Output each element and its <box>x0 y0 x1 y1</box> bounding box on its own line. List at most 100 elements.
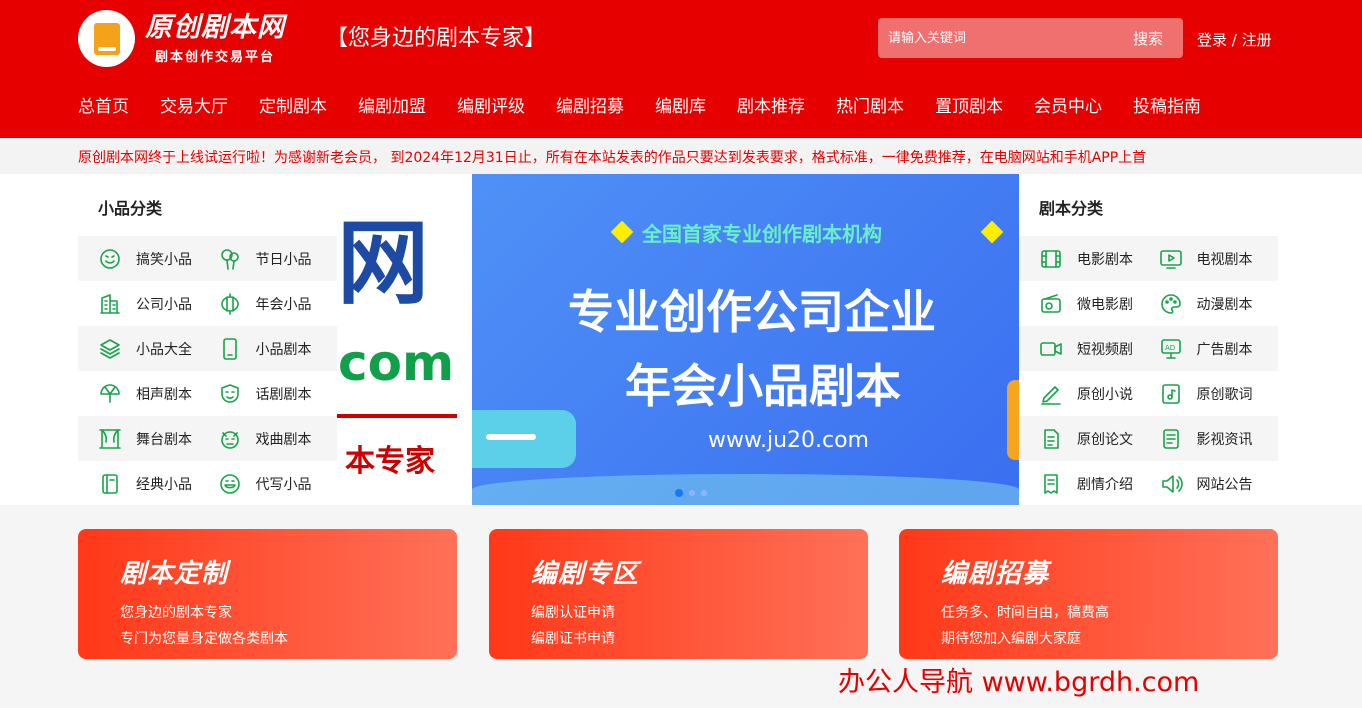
category-label: 戏曲剧本 <box>255 431 312 448</box>
carousel-dot[interactable] <box>689 490 695 496</box>
category-label: 影视资讯 <box>1196 431 1253 448</box>
category-link[interactable]: 原创论文 <box>1039 427 1159 451</box>
category-row: 原创小说 原创歌词 <box>1019 371 1278 416</box>
mask-icon <box>218 382 242 406</box>
card-writer-recruit[interactable]: 编剧招募 任务多、时间自由，稿费高 期待您加入编剧大家庭 <box>899 529 1278 659</box>
category-link[interactable]: 戏曲剧本 <box>218 427 338 451</box>
nav-item-trading-hall[interactable]: 交易大厅 <box>160 92 228 117</box>
card-title: 编剧专区 <box>531 559 640 589</box>
carousel-dot[interactable] <box>701 490 707 496</box>
category-link[interactable]: 舞台剧本 <box>98 427 218 451</box>
category-link[interactable]: 电视剧本 <box>1159 247 1279 271</box>
category-link[interactable]: 搞笑小品 <box>98 247 218 271</box>
panel-title: 剧本分类 <box>1039 199 1104 218</box>
category-label: 公司小品 <box>136 296 192 313</box>
grin-icon <box>218 472 242 496</box>
banner-url: www.ju20.com <box>708 428 869 453</box>
category-link[interactable]: 年会小品 <box>218 292 338 316</box>
logo-subtitle: 剧本创作交易平台 <box>154 49 275 65</box>
category-link[interactable]: 经典小品 <box>98 472 218 496</box>
category-link[interactable]: 短视频剧 <box>1039 337 1159 361</box>
site-header: 原创剧本网 剧本创作交易平台 【您身边的剧本专家】 搜索 登录 / 注册 总首页… <box>0 0 1362 138</box>
orange-shape-graphic <box>1007 380 1019 460</box>
category-label: 网站公告 <box>1196 476 1253 493</box>
category-link[interactable]: 电影剧本 <box>1039 247 1159 271</box>
stage-icon <box>98 427 122 451</box>
layers-icon <box>98 337 122 361</box>
login-link[interactable]: 登录 <box>1197 31 1227 49</box>
banner-left-bar <box>337 414 457 418</box>
ticker-text[interactable]: 原创剧本网终于上线试运行啦！为感谢新老会员， 到2024年12月31日止，所有在… <box>78 147 1282 167</box>
card-title: 剧本定制 <box>120 559 229 589</box>
auth-links: 登录 / 注册 <box>1197 29 1272 50</box>
palette-icon <box>1159 292 1183 316</box>
nav-item-custom-script[interactable]: 定制剧本 <box>259 92 327 117</box>
category-link[interactable]: 代写小品 <box>218 472 338 496</box>
category-label: 原创歌词 <box>1196 386 1253 403</box>
banner-left-com: .com <box>337 334 455 392</box>
nav-item-submission-guide[interactable]: 投稿指南 <box>1133 92 1201 117</box>
nav-item-pinned-scripts[interactable]: 置顶剧本 <box>935 92 1003 117</box>
category-link[interactable]: 原创小说 <box>1039 382 1159 406</box>
diamond-icon <box>980 220 1004 244</box>
nav-item-member-center[interactable]: 会员中心 <box>1034 92 1102 117</box>
nav-item-script-recommend[interactable]: 剧本推荐 <box>737 92 805 117</box>
script-category-panel: 剧本分类 电影剧本 电视剧本 微电影剧 动漫剧本 短视频剧 AD 广告剧本 原创小说 原创歌词原… <box>1019 174 1278 505</box>
category-row: 舞台剧本 戏曲剧本 <box>78 416 337 461</box>
balloon-icon <box>218 247 242 271</box>
carousel-dot[interactable] <box>675 489 683 497</box>
category-label: 电视剧本 <box>1196 251 1253 268</box>
site-logo[interactable]: 原创剧本网 剧本创作交易平台 <box>78 10 285 67</box>
category-row: 原创论文 影视资讯 <box>1019 416 1278 461</box>
category-label: 广告剧本 <box>1196 341 1253 358</box>
category-link[interactable]: 影视资讯 <box>1159 427 1279 451</box>
nav-item-home[interactable]: 总首页 <box>78 92 129 117</box>
category-link[interactable]: 小品大全 <box>98 337 218 361</box>
card-line: 编剧认证申请 <box>531 605 615 621</box>
category-link[interactable]: 原创歌词 <box>1159 382 1279 406</box>
pen-icon <box>1039 382 1063 406</box>
category-label: 节日小品 <box>255 251 312 268</box>
category-label: 小品大全 <box>136 341 192 358</box>
fan-icon <box>98 382 122 406</box>
watermark-text: 办公人导航 www.bgrdh.com <box>838 667 1200 698</box>
nav-item-writer-library[interactable]: 编剧库 <box>655 92 706 117</box>
category-label: 代写小品 <box>255 476 312 493</box>
category-label: 经典小品 <box>136 476 192 493</box>
category-link[interactable]: 相声剧本 <box>98 382 218 406</box>
category-link[interactable]: 动漫剧本 <box>1159 292 1279 316</box>
category-link[interactable]: 节日小品 <box>218 247 338 271</box>
video-icon <box>1039 337 1063 361</box>
carousel-banner[interactable]: 本网 .com 本专家 全国首家专业创作剧本机构 专业创作公司企业 年会小品剧本… <box>337 174 1019 505</box>
nav-item-hot-scripts[interactable]: 热门剧本 <box>836 92 904 117</box>
announcement-ticker: 原创剧本网终于上线试运行啦！为感谢新老会员， 到2024年12月31日止，所有在… <box>0 138 1362 174</box>
category-label: 短视频剧 <box>1077 341 1133 358</box>
category-link[interactable]: 小品剧本 <box>218 337 338 361</box>
banner-left-subtitle: 本专家 <box>345 444 435 479</box>
opera-icon <box>218 427 242 451</box>
category-link[interactable]: 微电影剧 <box>1039 292 1159 316</box>
lantern-icon <box>218 292 242 316</box>
auth-separator: / <box>1227 31 1242 49</box>
category-link[interactable]: AD 广告剧本 <box>1159 337 1279 361</box>
film-icon <box>1039 247 1063 271</box>
banner-subheadline: 年会小品剧本 <box>625 359 901 413</box>
banner-prev-slide: 本网 .com 本专家 <box>337 174 472 505</box>
search-input[interactable] <box>888 18 1108 58</box>
card-custom-script[interactable]: 剧本定制 您身边的剧本专家 专门为您量身定做各类剧本 <box>78 529 457 659</box>
category-link[interactable]: 话剧剧本 <box>218 382 338 406</box>
card-writer-zone[interactable]: 编剧专区 编剧认证申请 编剧证书申请 <box>489 529 868 659</box>
category-label: 原创小说 <box>1077 386 1133 403</box>
category-label: 动漫剧本 <box>1196 296 1253 313</box>
book-icon <box>98 472 122 496</box>
nav-item-writer-join[interactable]: 编剧加盟 <box>358 92 426 117</box>
nav-item-writer-recruit[interactable]: 编剧招募 <box>556 92 624 117</box>
search-button[interactable]: 搜索 <box>1113 18 1183 58</box>
doc-icon <box>1039 427 1063 451</box>
category-link[interactable]: 公司小品 <box>98 292 218 316</box>
nav-item-writer-rating[interactable]: 编剧评级 <box>457 92 525 117</box>
category-link[interactable]: 剧情介绍 <box>1039 472 1159 496</box>
register-link[interactable]: 注册 <box>1242 31 1272 49</box>
category-link[interactable]: 网站公告 <box>1159 472 1279 496</box>
radio-icon <box>1039 292 1063 316</box>
